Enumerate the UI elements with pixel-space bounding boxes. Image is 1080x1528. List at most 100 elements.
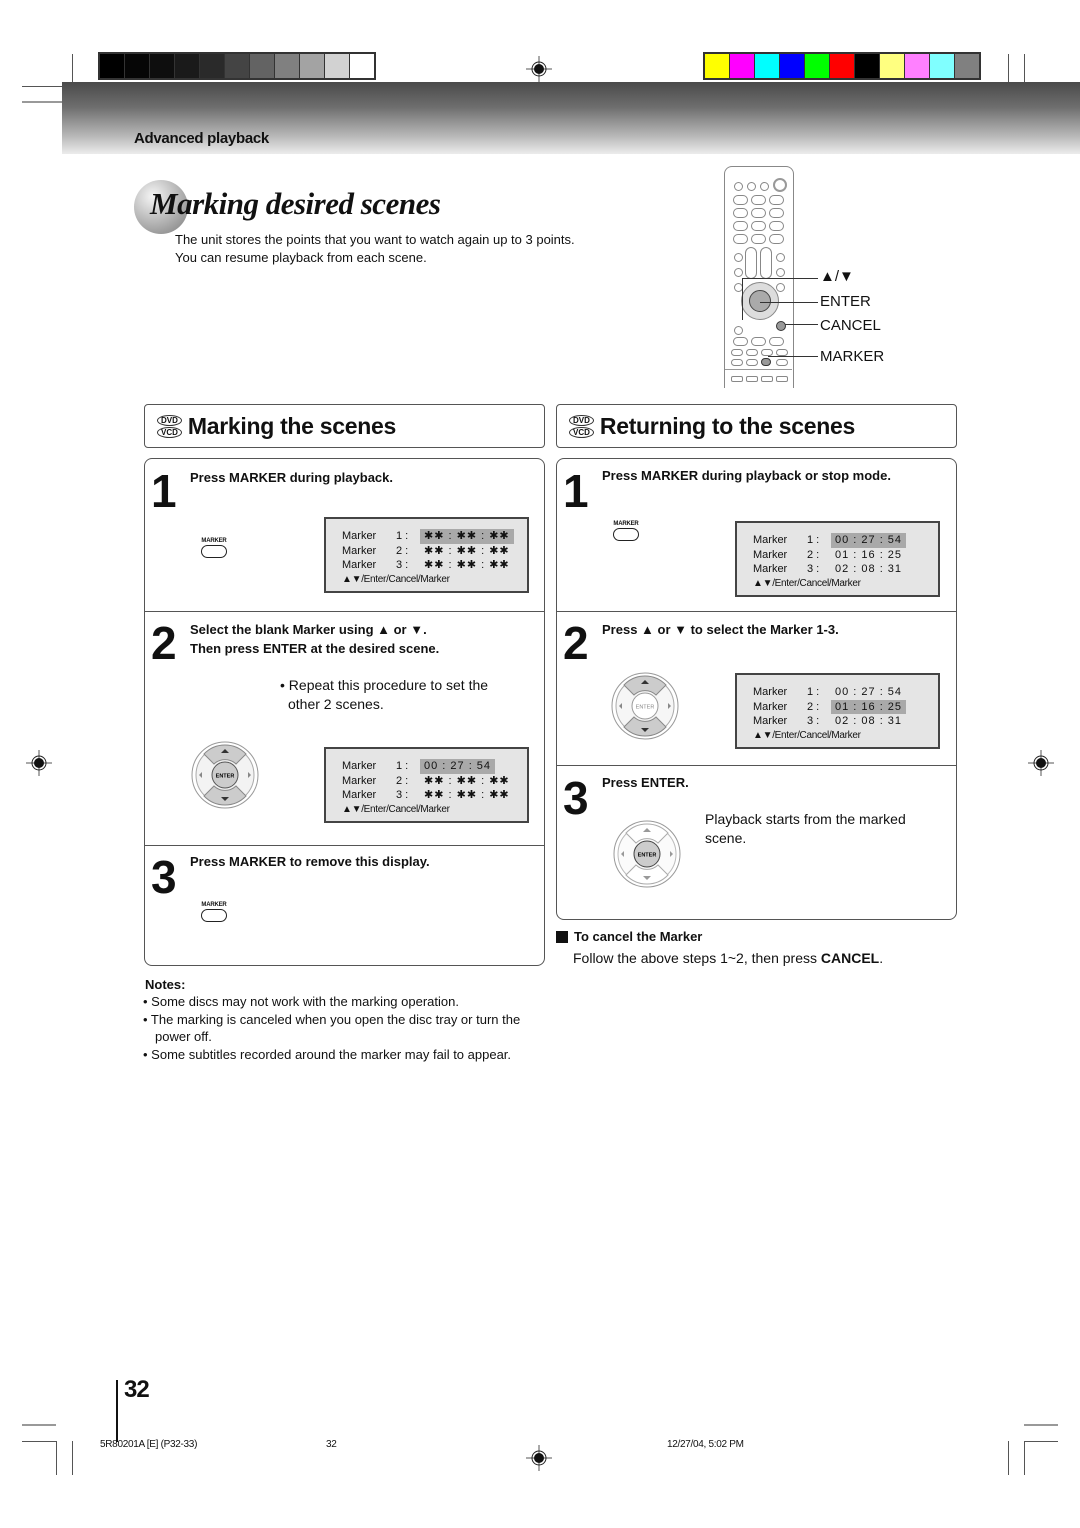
marker-osd: Marker 1 : 00 : 27 : 54 Marker 2 : ✱✱ : ✱✱ : … bbox=[324, 747, 529, 823]
step-instruction: Press MARKER to remove this display. bbox=[190, 854, 430, 869]
dvd-badge: DVD bbox=[569, 414, 594, 426]
step-instruction: Press MARKER during playback. bbox=[190, 470, 393, 485]
crop-mark bbox=[22, 1441, 56, 1442]
osd-row: Marker 2 : 01 : 16 : 25 bbox=[753, 699, 938, 714]
osd-label: Marker bbox=[342, 559, 377, 571]
remote-button bbox=[733, 195, 748, 205]
registration-target-icon bbox=[26, 750, 52, 776]
remote-button bbox=[760, 182, 769, 191]
remote-button bbox=[751, 337, 766, 346]
osd-label: Marker bbox=[342, 774, 377, 787]
osd-index: 1 : bbox=[396, 530, 409, 542]
osd-index: 3 : bbox=[807, 563, 820, 575]
dpad-icon: ENTER bbox=[611, 672, 679, 740]
osd-time-value: 02 : 08 : 31 bbox=[835, 715, 903, 727]
color-swatch bbox=[955, 54, 979, 78]
grayscale-swatch bbox=[150, 54, 174, 78]
remote-button bbox=[776, 253, 785, 262]
registration-target-icon bbox=[526, 1445, 552, 1471]
marker-button-label: MARKER bbox=[201, 902, 227, 908]
osd-time-value: 01 : 16 : 25 bbox=[835, 548, 903, 561]
osd-label: Marker bbox=[342, 530, 377, 542]
grayscale-swatch bbox=[125, 54, 149, 78]
marker-button-label: MARKER bbox=[613, 521, 639, 527]
enter-text: ENTER bbox=[636, 705, 655, 711]
remote-button bbox=[761, 376, 773, 382]
callout-line bbox=[760, 302, 818, 303]
osd-row: Marker 2 : ✱✱ : ✱✱ : ✱✱ bbox=[342, 774, 527, 789]
remote-button bbox=[734, 182, 743, 191]
registration-target-icon bbox=[526, 56, 552, 82]
bullet-line: • Repeat this procedure to set the bbox=[280, 677, 489, 693]
remote-button bbox=[731, 376, 743, 382]
osd-footer: ▲▼/Enter/Cancel/Marker bbox=[753, 729, 861, 741]
osd-index: 3 : bbox=[396, 559, 409, 571]
result-line: Playback starts from the marked bbox=[705, 811, 906, 827]
vcd-badge: VCD bbox=[157, 426, 182, 438]
cancel-heading-text: To cancel the Marker bbox=[574, 929, 703, 944]
remote-channel-rocker bbox=[760, 247, 772, 279]
notes-title: Notes: bbox=[145, 977, 186, 992]
osd-footer: ▲▼/Enter/Cancel/Marker bbox=[342, 803, 450, 815]
remote-button bbox=[761, 349, 773, 356]
step-instruction: Select the blank Marker using ▲ or ▼. Th… bbox=[190, 620, 439, 658]
osd-index: 2 : bbox=[807, 700, 820, 713]
osd-row: Marker 3 : 02 : 08 : 31 bbox=[753, 562, 938, 577]
remote-button bbox=[731, 359, 743, 366]
osd-time-value: ✱✱ : ✱✱ : ✱✱ bbox=[424, 559, 510, 571]
section-heading: Marking the scenes bbox=[187, 412, 396, 439]
color-bars bbox=[703, 52, 981, 80]
marker-osd: Marker 1 : ✱✱ : ✱✱ : ✱✱ Marker 2 : ✱✱ : ✱✱ : … bbox=[324, 517, 529, 593]
footer-timestamp: 12/27/04, 5:02 PM bbox=[667, 1439, 744, 1450]
osd-row: Marker 2 : 01 : 16 : 25 bbox=[753, 548, 938, 563]
intro-text: The unit stores the points that you want… bbox=[175, 231, 575, 267]
crop-mark bbox=[22, 1424, 56, 1426]
remote-cancel-button bbox=[776, 321, 786, 331]
remote-button bbox=[776, 283, 785, 292]
remote-marker-button bbox=[761, 358, 771, 366]
vcd-badge: VCD bbox=[569, 426, 594, 438]
remote-button bbox=[731, 349, 743, 356]
remote-button bbox=[769, 221, 784, 231]
osd-row: Marker 2 : ✱✱ : ✱✱ : ✱✱ bbox=[342, 544, 527, 559]
grayscale-swatch bbox=[250, 54, 274, 78]
remote-button bbox=[751, 234, 766, 244]
remote-button bbox=[746, 376, 758, 382]
color-swatch bbox=[905, 54, 929, 78]
marker-osd: Marker 1 : 00 : 27 : 54 Marker 2 : 01 : 16 : … bbox=[735, 673, 940, 749]
color-swatch bbox=[780, 54, 804, 78]
step-number: 1 bbox=[151, 465, 177, 517]
section-heading: Returning to the scenes bbox=[599, 412, 855, 439]
dvd-vcd-badge-icon: DVD VCD bbox=[569, 414, 594, 438]
grayscale-bars bbox=[98, 52, 376, 80]
osd-footer: ▲▼/Enter/Cancel/Marker bbox=[342, 573, 450, 585]
remote-button bbox=[733, 221, 748, 231]
remote-button bbox=[733, 234, 748, 244]
remote-control-illustration bbox=[724, 166, 794, 388]
callout-line bbox=[742, 278, 743, 320]
osd-row: Marker 1 : 00 : 27 : 54 bbox=[753, 533, 938, 548]
osd-label: Marker bbox=[753, 686, 788, 698]
osd-row: Marker 1 : 00 : 27 : 54 bbox=[753, 685, 938, 700]
osd-time-value: ✱✱ : ✱✱ : ✱✱ bbox=[424, 544, 510, 557]
osd-row: Marker 3 : ✱✱ : ✱✱ : ✱✱ bbox=[342, 788, 527, 803]
remote-button bbox=[776, 376, 788, 382]
power-button-icon bbox=[773, 178, 787, 192]
color-swatch bbox=[755, 54, 779, 78]
osd-index: 2 : bbox=[396, 774, 409, 787]
osd-index: 2 : bbox=[396, 544, 409, 557]
osd-row: Marker 1 : 00 : 27 : 54 bbox=[342, 759, 527, 774]
osd-label: Marker bbox=[753, 548, 788, 561]
marker-button-icon: MARKER bbox=[199, 902, 229, 922]
square-bullet-icon bbox=[556, 930, 568, 943]
step-number: 1 bbox=[563, 465, 589, 517]
marker-button-label: MARKER bbox=[201, 538, 227, 544]
remote-divider bbox=[725, 369, 792, 370]
osd-row: Marker 3 : 02 : 08 : 31 bbox=[753, 714, 938, 729]
grayscale-swatch bbox=[200, 54, 224, 78]
cancel-marker-heading: To cancel the Marker bbox=[556, 929, 702, 944]
arrows-label: ▲/▼ bbox=[820, 268, 854, 285]
grayscale-swatch bbox=[300, 54, 324, 78]
grayscale-swatch bbox=[225, 54, 249, 78]
intro-line: The unit stores the points that you want… bbox=[175, 232, 575, 247]
